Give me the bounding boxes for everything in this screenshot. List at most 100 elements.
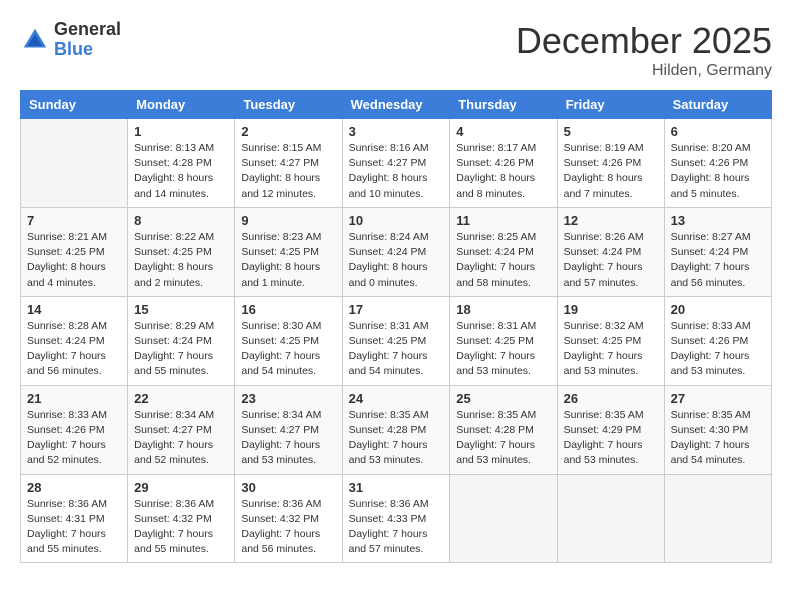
page-header: General Blue December 2025 Hilden, Germa… [20,20,772,80]
calendar-cell [557,474,664,563]
calendar-cell: 28 Sunrise: 8:36 AMSunset: 4:31 PMDayligh… [21,474,128,563]
calendar-cell: 5 Sunrise: 8:19 AMSunset: 4:26 PMDaylight… [557,119,664,208]
day-number: 14 [27,302,121,317]
day-number: 19 [564,302,658,317]
day-info: Sunrise: 8:36 AMSunset: 4:31 PMDaylight:… [27,497,121,558]
calendar-cell: 25Sunrise: 8:35 AMSunset: 4:28 PMDayligh… [450,385,557,474]
day-info: Sunrise: 8:22 AMSunset: 4:25 PMDaylight:… [134,230,228,291]
calendar-cell: 22 Sunrise: 8:34 AMSunset: 4:27 PMDayligh… [128,385,235,474]
day-number: 15 [134,302,228,317]
weekday-header-monday: Monday [128,91,235,119]
logo-general: General [54,20,121,40]
day-number: 11 [456,213,550,228]
calendar-cell: 13 Sunrise: 8:27 AMSunset: 4:24 PMDayligh… [664,207,771,296]
day-info: Sunrise: 8:31 AMSunset: 4:25 PMDaylight:… [349,319,444,380]
calendar-cell: 16 Sunrise: 8:30 AMSunset: 4:25 PMDayligh… [235,296,342,385]
day-info: Sunrise: 8:31 AMSunset: 4:25 PMDaylight:… [456,319,550,380]
day-number: 29 [134,480,228,495]
calendar-cell: 1 Sunrise: 8:13 AMSunset: 4:28 PMDaylight… [128,119,235,208]
day-info: Sunrise: 8:28 AMSunset: 4:24 PMDaylight:… [27,319,121,380]
day-number: 21 [27,391,121,406]
day-info: Sunrise: 8:16 AMSunset: 4:27 PMDaylight:… [349,141,444,202]
calendar-cell: 14 Sunrise: 8:28 AMSunset: 4:24 PMDayligh… [21,296,128,385]
calendar-cell: 2 Sunrise: 8:15 AMSunset: 4:27 PMDaylight… [235,119,342,208]
day-info: Sunrise: 8:32 AMSunset: 4:25 PMDaylight:… [564,319,658,380]
month-title: December 2025 [516,20,772,62]
day-info: Sunrise: 8:23 AMSunset: 4:25 PMDaylight:… [241,230,335,291]
calendar-cell: 4 Sunrise: 8:17 AMSunset: 4:26 PMDaylight… [450,119,557,208]
calendar-cell: 23 Sunrise: 8:34 AMSunset: 4:27 PMDayligh… [235,385,342,474]
day-info: Sunrise: 8:34 AMSunset: 4:27 PMDaylight:… [134,408,228,469]
calendar-cell [664,474,771,563]
day-number: 30 [241,480,335,495]
day-number: 4 [456,124,550,139]
calendar-cell: 27 Sunrise: 8:35 AMSunset: 4:30 PMDayligh… [664,385,771,474]
calendar-cell: 6Sunrise: 8:20 AMSunset: 4:26 PMDaylight… [664,119,771,208]
calendar-cell: 19 Sunrise: 8:32 AMSunset: 4:25 PMDayligh… [557,296,664,385]
day-info: Sunrise: 8:36 AMSunset: 4:33 PMDaylight:… [349,497,444,558]
day-number: 23 [241,391,335,406]
weekday-header-tuesday: Tuesday [235,91,342,119]
day-info: Sunrise: 8:27 AMSunset: 4:24 PMDaylight:… [671,230,765,291]
day-info: Sunrise: 8:36 AMSunset: 4:32 PMDaylight:… [134,497,228,558]
day-info: Sunrise: 8:33 AMSunset: 4:26 PMDaylight:… [27,408,121,469]
week-row-1: 1 Sunrise: 8:13 AMSunset: 4:28 PMDaylight… [21,119,772,208]
day-info: Sunrise: 8:13 AMSunset: 4:28 PMDaylight:… [134,141,228,202]
logo-blue: Blue [54,40,121,60]
calendar-cell: 3Sunrise: 8:16 AMSunset: 4:27 PMDaylight… [342,119,450,208]
day-number: 31 [349,480,444,495]
day-info: Sunrise: 8:36 AMSunset: 4:32 PMDaylight:… [241,497,335,558]
logo: General Blue [20,20,121,60]
day-number: 28 [27,480,121,495]
day-info: Sunrise: 8:35 AMSunset: 4:28 PMDaylight:… [349,408,444,469]
day-info: Sunrise: 8:17 AMSunset: 4:26 PMDaylight:… [456,141,550,202]
calendar-cell: 9Sunrise: 8:23 AMSunset: 4:25 PMDaylight… [235,207,342,296]
calendar-cell: 12Sunrise: 8:26 AMSunset: 4:24 PMDayligh… [557,207,664,296]
day-info: Sunrise: 8:35 AMSunset: 4:29 PMDaylight:… [564,408,658,469]
day-number: 22 [134,391,228,406]
calendar-cell: 24Sunrise: 8:35 AMSunset: 4:28 PMDayligh… [342,385,450,474]
calendar-cell [21,119,128,208]
day-number: 17 [349,302,444,317]
title-block: December 2025 Hilden, Germany [516,20,772,80]
weekday-header-row: SundayMondayTuesdayWednesdayThursdayFrid… [21,91,772,119]
calendar-cell: 31 Sunrise: 8:36 AMSunset: 4:33 PMDayligh… [342,474,450,563]
day-number: 26 [564,391,658,406]
calendar-cell: 10Sunrise: 8:24 AMSunset: 4:24 PMDayligh… [342,207,450,296]
location: Hilden, Germany [516,62,772,80]
calendar-cell: 11Sunrise: 8:25 AMSunset: 4:24 PMDayligh… [450,207,557,296]
day-number: 7 [27,213,121,228]
calendar-cell: 26 Sunrise: 8:35 AMSunset: 4:29 PMDayligh… [557,385,664,474]
day-info: Sunrise: 8:15 AMSunset: 4:27 PMDaylight:… [241,141,335,202]
day-info: Sunrise: 8:26 AMSunset: 4:24 PMDaylight:… [564,230,658,291]
day-number: 20 [671,302,765,317]
day-info: Sunrise: 8:24 AMSunset: 4:24 PMDaylight:… [349,230,444,291]
day-number: 1 [134,124,228,139]
calendar-cell: 8 Sunrise: 8:22 AMSunset: 4:25 PMDaylight… [128,207,235,296]
weekday-header-friday: Friday [557,91,664,119]
week-row-2: 7 Sunrise: 8:21 AMSunset: 4:25 PMDaylight… [21,207,772,296]
week-row-3: 14 Sunrise: 8:28 AMSunset: 4:24 PMDayligh… [21,296,772,385]
weekday-header-saturday: Saturday [664,91,771,119]
day-info: Sunrise: 8:20 AMSunset: 4:26 PMDaylight:… [671,141,765,202]
calendar-cell: 29 Sunrise: 8:36 AMSunset: 4:32 PMDayligh… [128,474,235,563]
day-info: Sunrise: 8:19 AMSunset: 4:26 PMDaylight:… [564,141,658,202]
day-info: Sunrise: 8:33 AMSunset: 4:26 PMDaylight:… [671,319,765,380]
day-info: Sunrise: 8:21 AMSunset: 4:25 PMDaylight:… [27,230,121,291]
day-info: Sunrise: 8:35 AMSunset: 4:28 PMDaylight:… [456,408,550,469]
calendar-cell: 17 Sunrise: 8:31 AMSunset: 4:25 PMDayligh… [342,296,450,385]
calendar-cell: 18Sunrise: 8:31 AMSunset: 4:25 PMDayligh… [450,296,557,385]
day-info: Sunrise: 8:29 AMSunset: 4:24 PMDaylight:… [134,319,228,380]
day-info: Sunrise: 8:34 AMSunset: 4:27 PMDaylight:… [241,408,335,469]
day-info: Sunrise: 8:35 AMSunset: 4:30 PMDaylight:… [671,408,765,469]
day-info: Sunrise: 8:30 AMSunset: 4:25 PMDaylight:… [241,319,335,380]
day-number: 13 [671,213,765,228]
calendar-cell: 30 Sunrise: 8:36 AMSunset: 4:32 PMDayligh… [235,474,342,563]
day-number: 2 [241,124,335,139]
logo-icon [20,25,50,55]
day-number: 5 [564,124,658,139]
day-number: 27 [671,391,765,406]
day-number: 8 [134,213,228,228]
day-number: 16 [241,302,335,317]
calendar-cell: 7 Sunrise: 8:21 AMSunset: 4:25 PMDaylight… [21,207,128,296]
